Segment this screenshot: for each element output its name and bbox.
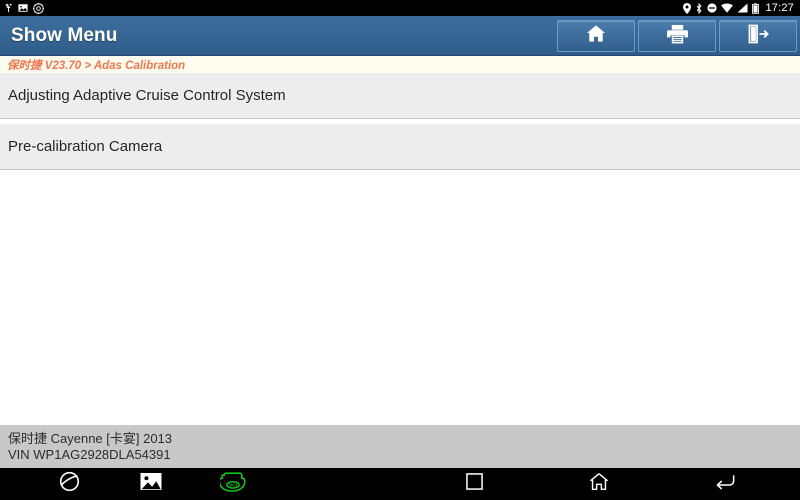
svg-text:VCI: VCI	[229, 482, 238, 488]
browser-icon	[59, 471, 80, 497]
gallery-button[interactable]	[110, 472, 192, 496]
bluetooth-icon	[695, 2, 703, 14]
location-pin-icon	[683, 2, 692, 14]
vehicle-vin: VIN WP1AG2928DLA54391	[8, 447, 171, 462]
android-navigation-bar: VCI	[0, 468, 800, 500]
cellular-signal-icon	[737, 3, 748, 13]
gallery-icon	[140, 472, 162, 496]
vehicle-info-footer: 保时捷 Cayenne [卡宴] 2013 VIN WP1AG2928DLA54…	[0, 425, 800, 468]
wifi-icon	[721, 3, 734, 13]
battery-icon	[752, 2, 760, 14]
home-button[interactable]	[557, 20, 635, 52]
menu-item-pre-calibration-camera[interactable]: Pre-calibration Camera	[0, 124, 800, 170]
home-outline-icon	[589, 473, 609, 495]
vci-connector-icon: VCI	[218, 471, 246, 497]
recents-button[interactable]	[465, 473, 483, 495]
status-bar-left-icons	[4, 2, 44, 14]
recents-square-icon	[465, 473, 483, 494]
home-icon	[586, 24, 606, 48]
exit-button[interactable]	[719, 20, 797, 52]
page-title: Show Menu	[11, 25, 118, 46]
do-not-disturb-icon	[707, 3, 718, 13]
menu-item-adjusting-adaptive-cruise-control-system[interactable]: Adjusting Adaptive Cruise Control System	[0, 73, 800, 119]
back-arrow-icon	[715, 474, 735, 495]
printer-icon	[666, 24, 688, 49]
status-bar-clock: 17:27	[765, 2, 794, 14]
android-status-bar: 17:27	[0, 0, 800, 16]
vehicle-name: 保时捷 Cayenne [卡宴] 2013	[8, 431, 173, 446]
breadcrumb: 保时捷 V23.70 > Adas Calibration	[0, 56, 800, 73]
navbar-left-group: VCI	[0, 471, 400, 497]
browser-button[interactable]	[28, 471, 110, 497]
menu-list: Adjusting Adaptive Cruise Control System…	[0, 73, 800, 175]
back-button[interactable]	[715, 473, 735, 496]
vci-connector-button[interactable]: VCI	[192, 471, 274, 497]
title-bar-actions	[557, 20, 797, 52]
usb-debug-icon	[4, 3, 13, 13]
settings-gear-icon	[33, 2, 44, 14]
navbar-right-group	[400, 472, 800, 496]
menu-item-label: Pre-calibration Camera	[8, 138, 163, 155]
screenshot-icon	[18, 3, 28, 13]
device-screen: 17:27 Show Menu 保时捷 V23.70 > Adas Calibr…	[0, 0, 800, 500]
home-nav-button[interactable]	[589, 472, 609, 496]
print-button[interactable]	[638, 20, 716, 52]
menu-item-label: Adjusting Adaptive Cruise Control System	[8, 87, 286, 104]
app-title-bar: Show Menu	[0, 16, 800, 56]
status-bar-right-icons: 17:27	[683, 0, 796, 16]
exit-door-icon	[748, 24, 769, 49]
